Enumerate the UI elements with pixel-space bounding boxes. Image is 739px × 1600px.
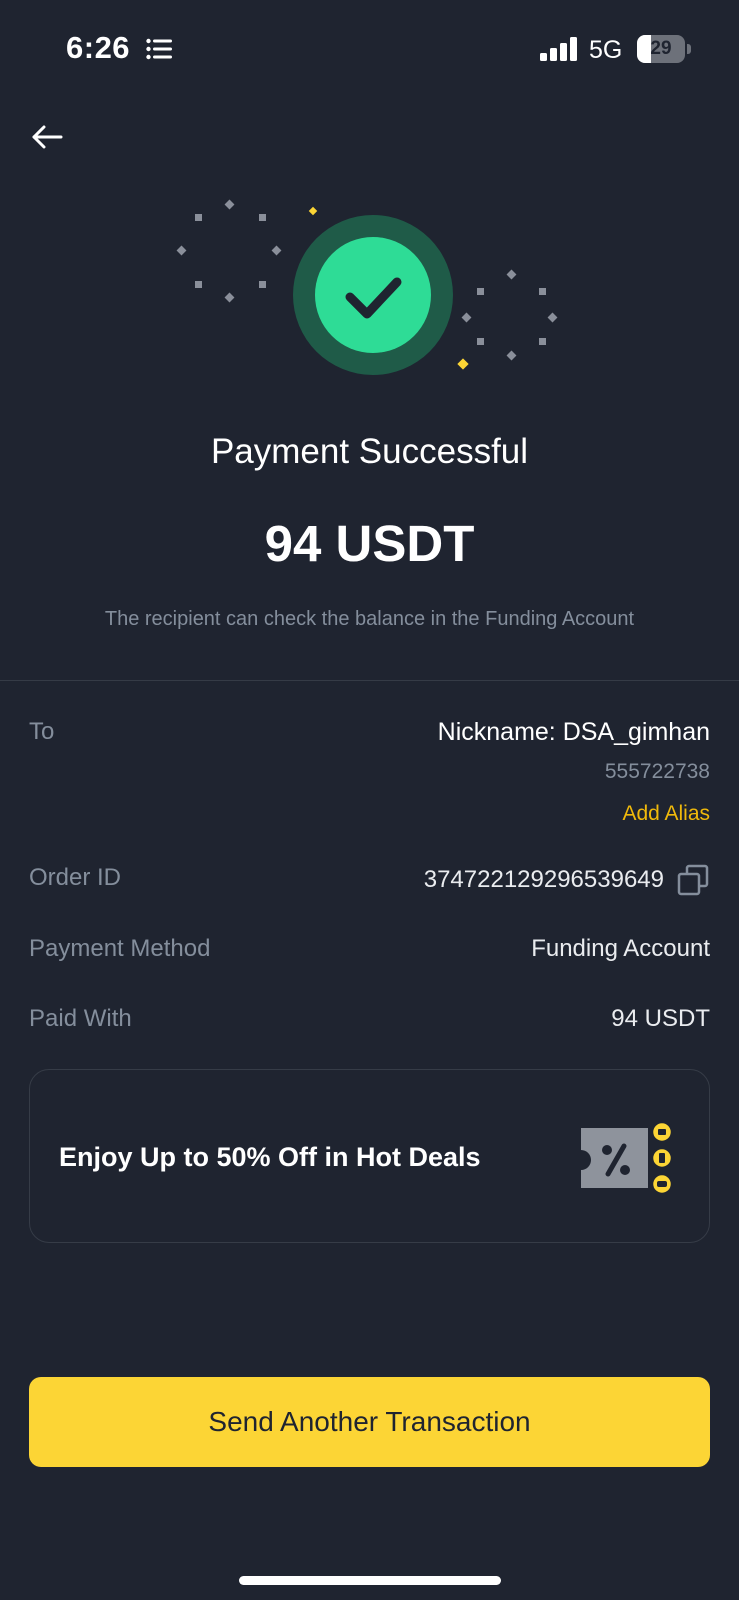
order-id-label: Order ID xyxy=(29,864,122,891)
order-id-row: 374722129296539649 xyxy=(424,862,710,898)
page-title: Payment Successful xyxy=(210,432,529,471)
check-circle-icon xyxy=(293,215,453,375)
recipient-uid: 555722738 xyxy=(604,760,710,783)
to-label: To xyxy=(29,718,55,745)
back-button[interactable] xyxy=(26,116,70,160)
coupon-icon xyxy=(581,1120,674,1196)
copy-icon[interactable] xyxy=(676,863,710,897)
result-subtitle: The recipient can check the balance in t… xyxy=(104,608,635,630)
payment-amount: 94 USDT xyxy=(264,515,475,572)
payment-method-label: Payment Method xyxy=(29,935,211,962)
add-alias-link[interactable]: Add Alias xyxy=(622,802,710,826)
paid-with-label: Paid With xyxy=(29,1005,132,1032)
success-illustration xyxy=(176,199,558,375)
signal-icon xyxy=(540,37,577,61)
arrow-left-icon xyxy=(32,125,63,149)
battery-level: 29 xyxy=(650,38,672,59)
payment-method-value: Funding Account xyxy=(531,935,710,962)
status-time: 6:26 xyxy=(66,30,131,65)
order-id-value: 374722129296539649 xyxy=(423,866,664,893)
promo-text: Enjoy Up to 50% Off in Hot Deals xyxy=(59,1142,481,1172)
paid-with-value: 94 USDT xyxy=(611,1005,710,1032)
send-another-transaction-button[interactable]: Send Another Transaction xyxy=(29,1377,710,1467)
battery-icon: 29 xyxy=(637,35,691,63)
list-icon xyxy=(146,38,172,60)
recipient-nickname: Nickname: DSA_gimhan xyxy=(437,718,710,746)
promo-card[interactable]: Enjoy Up to 50% Off in Hot Deals xyxy=(29,1069,710,1243)
status-bar: 6:26 5G 29 xyxy=(0,0,739,100)
home-indicator xyxy=(239,1576,501,1585)
section-divider xyxy=(0,680,739,681)
network-label: 5G xyxy=(589,36,623,64)
